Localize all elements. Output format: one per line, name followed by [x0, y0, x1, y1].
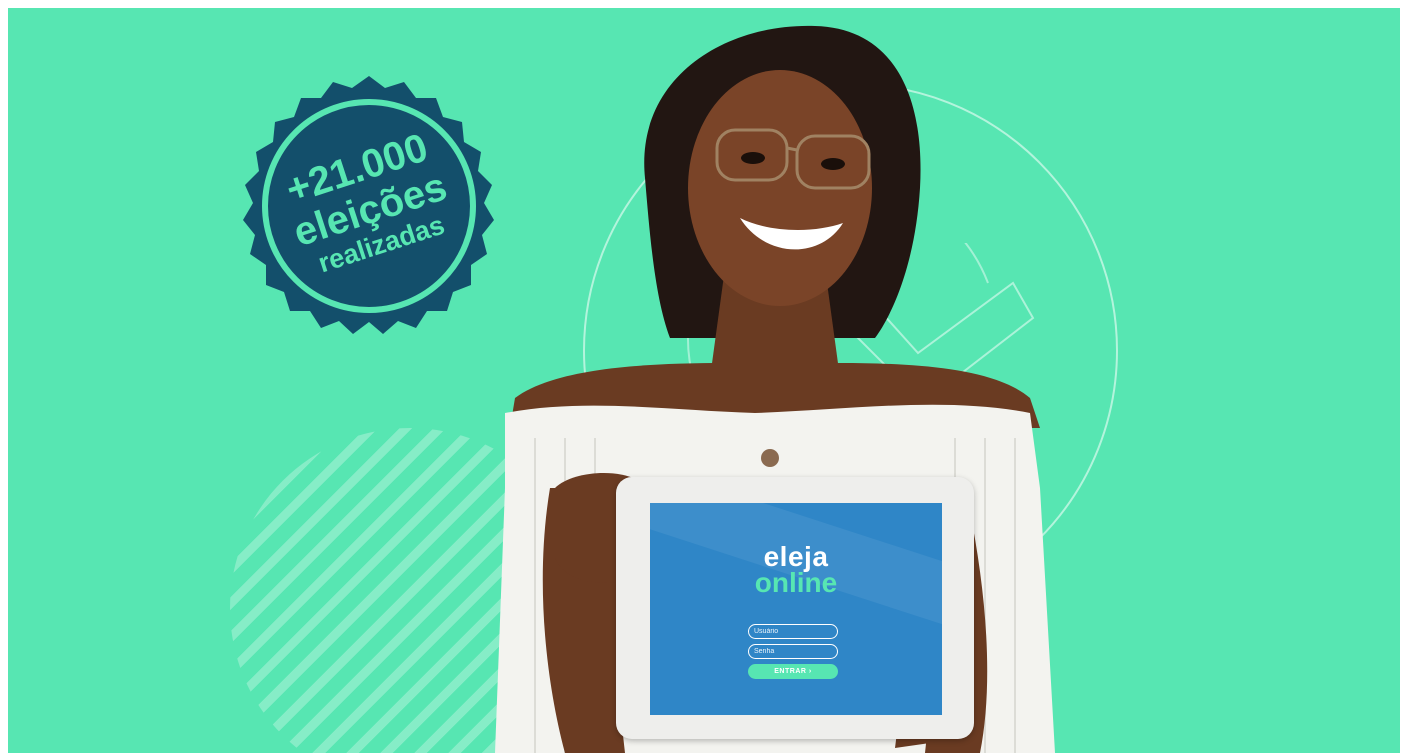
username-input[interactable] [748, 624, 838, 639]
logo-online: online [754, 567, 838, 598]
elections-stamp-badge: +21.000 eleições realizadas [243, 76, 494, 334]
tablet-login-screen: eleja online ENTRAR › [650, 503, 942, 715]
password-input[interactable] [748, 644, 838, 659]
enter-button[interactable]: ENTRAR › [748, 664, 838, 679]
